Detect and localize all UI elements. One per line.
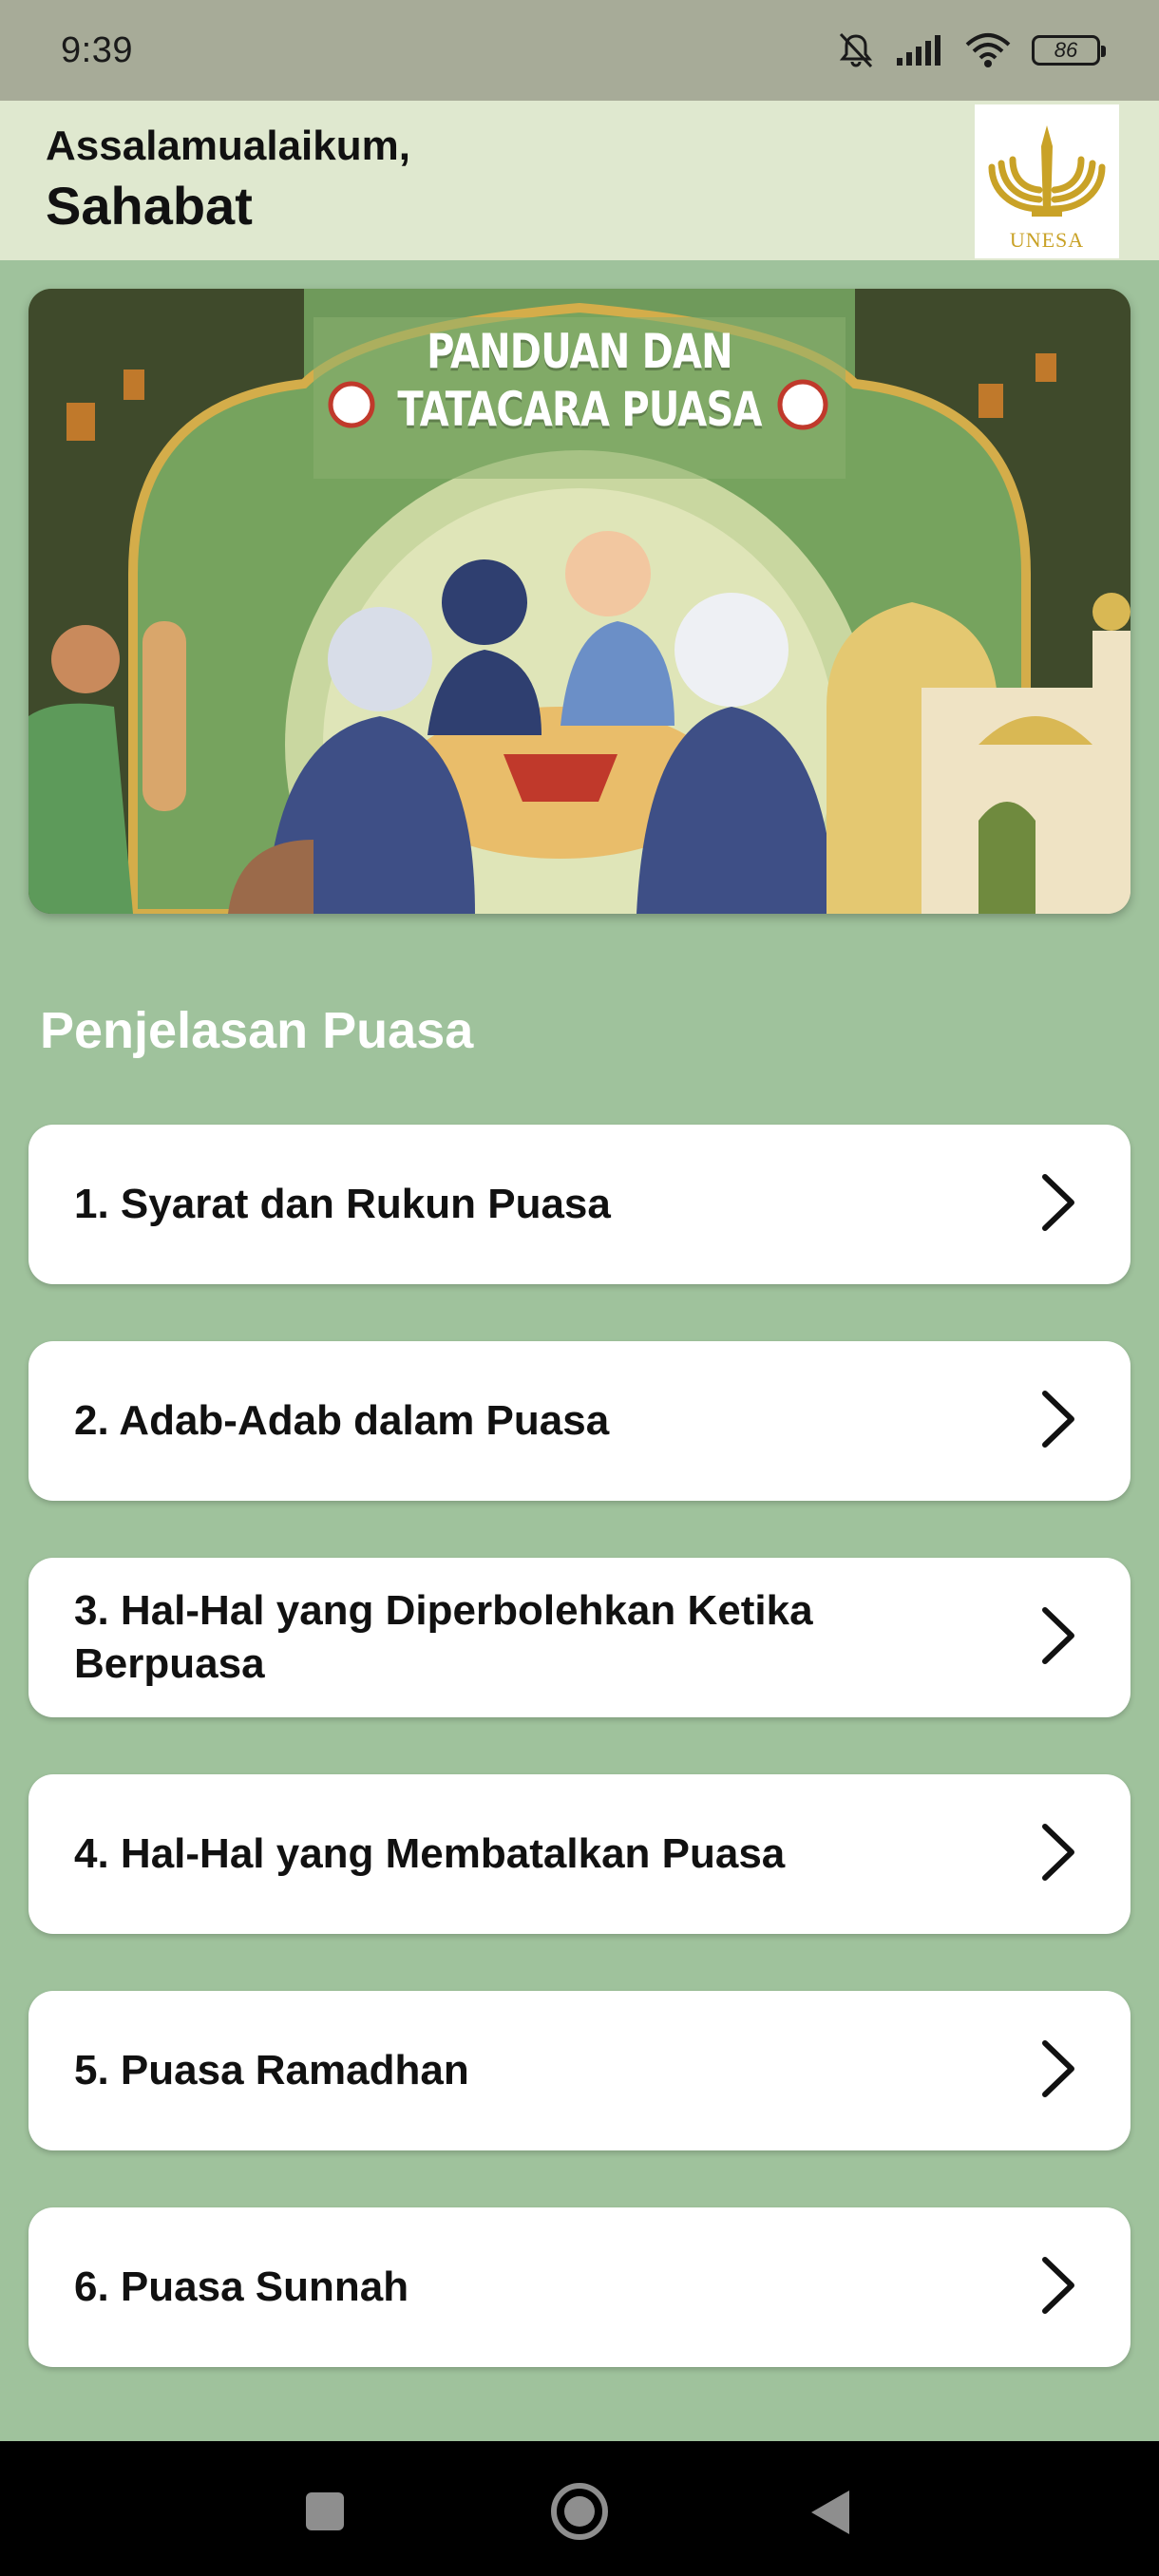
menu-item-label: 4. Hal-Hal yang Membatalkan Puasa [74, 1829, 786, 1877]
status-icons: 86 [836, 30, 1106, 70]
back-button[interactable] [808, 2489, 853, 2541]
battery-icon: 86 [1032, 35, 1106, 66]
menu-item-label: 2. Adab-Adab dalam Puasa [74, 1396, 610, 1444]
banner-title-line2: TATACARA PUASA [397, 382, 762, 437]
menu-item-label: 6. Puasa Sunnah [74, 2263, 409, 2310]
home-button[interactable] [549, 2481, 610, 2547]
wifi-icon [963, 31, 1013, 69]
chevron-right-icon [1039, 2039, 1077, 2103]
recents-button[interactable] [304, 2491, 346, 2537]
signal-icon [895, 33, 944, 67]
menu-item-label: 5. Puasa Ramadhan [74, 2046, 469, 2093]
chevron-right-icon [1039, 1173, 1077, 1237]
menu-item-membatalkan[interactable]: 4. Hal-Hal yang Membatalkan Puasa [28, 1774, 1130, 1934]
menu-item-label: 3. Hal-Hal yang Diperbolehkan Ketika Ber… [74, 1586, 813, 1687]
unesa-emblem-icon [988, 125, 1106, 217]
menu-item-adab[interactable]: 2. Adab-Adab dalam Puasa [28, 1341, 1130, 1501]
chevron-right-icon [1039, 1823, 1077, 1886]
menu-item-syarat-rukun[interactable]: 1. Syarat dan Rukun Puasa [28, 1125, 1130, 1284]
banner-title-line1: PANDUAN DAN [427, 324, 733, 379]
banner-image: PANDUAN DAN TATACARA PUASA [28, 289, 1130, 914]
greeting-header: Assalamualaikum, Sahabat UNESA [0, 101, 1159, 260]
status-bar: 9:39 86 [0, 0, 1159, 101]
unesa-logo: UNESA [975, 104, 1119, 258]
banner-title: PANDUAN DAN TATACARA PUASA [139, 323, 1020, 439]
chevron-right-icon [1039, 2256, 1077, 2320]
menu-item-ramadhan[interactable]: 5. Puasa Ramadhan [28, 1991, 1130, 2150]
menu-list: 1. Syarat dan Rukun Puasa 2. Adab-Adab d… [28, 1125, 1130, 2424]
menu-item-label: 1. Syarat dan Rukun Puasa [74, 1180, 611, 1227]
menu-item-sunnah[interactable]: 6. Puasa Sunnah [28, 2207, 1130, 2367]
system-nav-bar [0, 2441, 1159, 2576]
section-title: Penjelasan Puasa [40, 1002, 474, 1059]
chevron-right-icon [1039, 1390, 1077, 1453]
status-time: 9:39 [61, 29, 133, 70]
chevron-right-icon [1039, 1606, 1077, 1670]
logo-text: UNESA [1009, 228, 1085, 252]
mute-icon [836, 30, 876, 70]
menu-item-diperbolehkan[interactable]: 3. Hal-Hal yang Diperbolehkan Ketika Ber… [28, 1558, 1130, 1717]
